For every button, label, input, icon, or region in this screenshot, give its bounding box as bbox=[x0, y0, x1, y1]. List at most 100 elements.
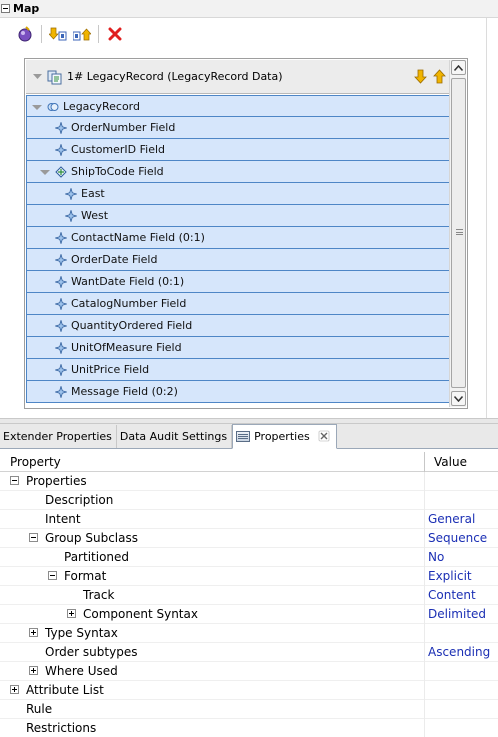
orb-button[interactable] bbox=[14, 24, 36, 44]
tree-row[interactable]: OrderNumber Field bbox=[26, 117, 450, 139]
collapse-icon[interactable] bbox=[29, 533, 38, 542]
property-row[interactable]: Intent General bbox=[0, 510, 498, 529]
map-panel-header: Map bbox=[0, 0, 498, 18]
column-divider bbox=[424, 681, 425, 700]
move-down-button[interactable] bbox=[47, 24, 69, 44]
tree-row[interactable]: WantDate Field (0:1) bbox=[26, 271, 450, 293]
property-name: Format bbox=[64, 569, 107, 583]
property-value[interactable]: Delimited bbox=[428, 607, 486, 621]
property-name: Group Subclass bbox=[45, 531, 138, 545]
property-value[interactable]: No bbox=[428, 550, 444, 564]
tree-row[interactable]: East bbox=[26, 183, 450, 205]
scroll-thumb[interactable] bbox=[451, 78, 466, 388]
tree-row-label: CatalogNumber Field bbox=[71, 297, 187, 310]
tree-row-label: OrderNumber Field bbox=[71, 121, 176, 134]
collapse-icon[interactable] bbox=[10, 476, 19, 485]
expander-chevron-icon[interactable] bbox=[31, 101, 43, 113]
expander-chevron-icon[interactable] bbox=[39, 166, 51, 178]
tree-row[interactable]: UnitPrice Field bbox=[26, 359, 450, 381]
tree-row[interactable]: OrderDate Field bbox=[26, 249, 450, 271]
chevron-down-icon bbox=[454, 395, 463, 402]
record-header[interactable]: 1# LegacyRecord (LegacyRecord Data) bbox=[26, 60, 450, 94]
tree-row[interactable]: UnitOfMeasure Field bbox=[26, 337, 450, 359]
tree-row-content: UnitPrice Field bbox=[55, 363, 149, 376]
record-icon bbox=[47, 70, 62, 84]
move-up-button[interactable] bbox=[71, 24, 93, 44]
tab-extender-properties[interactable]: Extender Properties bbox=[0, 425, 117, 448]
column-divider bbox=[424, 586, 425, 605]
tree-row[interactable]: QuantityOrdered Field bbox=[26, 315, 450, 337]
close-icon[interactable] bbox=[318, 430, 330, 442]
tree-row[interactable]: CatalogNumber Field bbox=[26, 293, 450, 315]
tree-row[interactable]: CustomerID Field bbox=[26, 139, 450, 161]
expand-icon[interactable] bbox=[29, 628, 38, 637]
field-icon bbox=[55, 341, 67, 354]
tree-row[interactable]: West bbox=[26, 205, 450, 227]
column-divider bbox=[424, 510, 425, 529]
tree-row-label: ShipToCode Field bbox=[71, 165, 164, 178]
tree-row-content: CustomerID Field bbox=[55, 143, 165, 156]
tab-properties[interactable]: Properties bbox=[232, 424, 337, 449]
tree-row[interactable]: LegacyRecord bbox=[26, 95, 450, 117]
column-divider[interactable] bbox=[424, 452, 425, 472]
delete-button[interactable] bbox=[104, 24, 126, 44]
column-divider bbox=[424, 624, 425, 643]
tree-row-content: OrderDate Field bbox=[55, 253, 157, 266]
properties-icon bbox=[236, 431, 251, 442]
tree-row-content: West bbox=[65, 209, 108, 222]
grip-icon bbox=[456, 229, 463, 235]
property-row[interactable]: Attribute List bbox=[0, 681, 498, 700]
tree-row-label: WantDate Field (0:1) bbox=[71, 275, 185, 288]
properties-header: Property Value bbox=[0, 452, 498, 472]
tree-row-content: WantDate Field (0:1) bbox=[55, 275, 184, 288]
property-value[interactable]: Sequence bbox=[428, 531, 487, 545]
property-row[interactable]: Description bbox=[0, 491, 498, 510]
arrow-up-icon[interactable] bbox=[433, 69, 446, 84]
tree-row-label: OrderDate Field bbox=[71, 253, 158, 266]
expand-icon[interactable] bbox=[29, 666, 38, 675]
property-row[interactable]: Properties bbox=[0, 472, 498, 491]
field-icon bbox=[65, 209, 77, 222]
property-row[interactable]: Format Explicit bbox=[0, 567, 498, 586]
value-column-header[interactable]: Value bbox=[434, 455, 467, 469]
property-row[interactable]: Type Syntax bbox=[0, 624, 498, 643]
tree-row-content: Message Field (0:2) bbox=[55, 385, 178, 398]
property-row[interactable]: Order subtypes Ascending bbox=[0, 643, 498, 662]
tab-data-audit-settings[interactable]: Data Audit Settings bbox=[117, 425, 233, 448]
tree-row[interactable]: Message Field (0:2) bbox=[26, 381, 450, 403]
property-row[interactable]: Group Subclass Sequence bbox=[0, 529, 498, 548]
tree-row[interactable]: ShipToCode Field bbox=[26, 161, 450, 183]
tree-row-label: UnitPrice Field bbox=[71, 363, 150, 376]
scroll-down-button[interactable] bbox=[451, 391, 466, 406]
property-value[interactable]: Ascending bbox=[428, 645, 490, 659]
map-toolbar bbox=[14, 24, 126, 44]
toolbar-separator bbox=[98, 25, 99, 43]
chevron-down-icon[interactable] bbox=[32, 71, 43, 82]
sort-up-icon bbox=[73, 28, 91, 41]
collapse-icon[interactable] bbox=[48, 571, 57, 580]
property-name: Description bbox=[45, 493, 114, 507]
property-row[interactable]: Component Syntax Delimited bbox=[0, 605, 498, 624]
choice-icon bbox=[55, 165, 67, 178]
property-row[interactable]: Restrictions bbox=[0, 719, 498, 737]
expand-icon[interactable] bbox=[10, 685, 19, 694]
property-row[interactable]: Track Content bbox=[0, 586, 498, 605]
property-row[interactable]: Rule bbox=[0, 700, 498, 719]
collapse-toggle[interactable] bbox=[1, 4, 10, 13]
property-row[interactable]: Partitioned No bbox=[0, 548, 498, 567]
app-window: Map 1# LegacyRecord (LegacyRecord Data) … bbox=[0, 0, 498, 737]
field-icon bbox=[55, 143, 67, 156]
property-value[interactable]: General bbox=[428, 512, 475, 526]
tree-scrollbar[interactable] bbox=[449, 60, 466, 407]
arrow-down-icon[interactable] bbox=[414, 69, 427, 84]
tree-row[interactable]: ContactName Field (0:1) bbox=[26, 227, 450, 249]
property-value[interactable]: Explicit bbox=[428, 569, 472, 583]
property-value[interactable]: Content bbox=[428, 588, 476, 602]
field-icon bbox=[55, 363, 67, 376]
tree-row-content: QuantityOrdered Field bbox=[55, 319, 192, 332]
scroll-up-button[interactable] bbox=[451, 60, 466, 75]
expand-icon[interactable] bbox=[67, 609, 76, 618]
property-column-header[interactable]: Property bbox=[10, 455, 61, 469]
property-row[interactable]: Where Used bbox=[0, 662, 498, 681]
tree-row-content: East bbox=[65, 187, 105, 200]
